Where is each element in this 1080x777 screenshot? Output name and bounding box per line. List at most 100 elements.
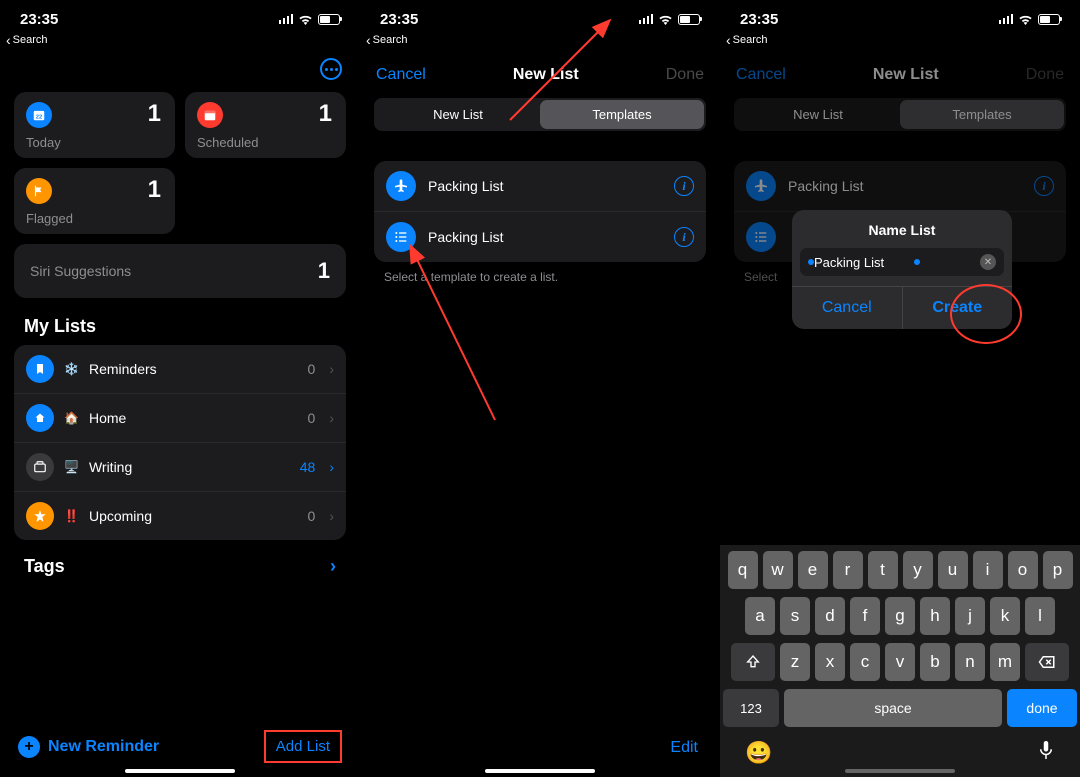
- card-scheduled-label: Scheduled: [197, 135, 258, 150]
- card-today[interactable]: 22 1 Today: [14, 92, 175, 158]
- key-l[interactable]: l: [1025, 597, 1055, 635]
- key-v[interactable]: v: [885, 643, 915, 681]
- key-n[interactable]: n: [955, 643, 985, 681]
- key-c[interactable]: c: [850, 643, 880, 681]
- shift-key[interactable]: [731, 643, 775, 681]
- info-icon[interactable]: i: [674, 227, 694, 247]
- template-row[interactable]: Packing List i: [734, 161, 1066, 212]
- status-bar: 23:35: [0, 0, 360, 30]
- key-d[interactable]: d: [815, 597, 845, 635]
- numbers-key[interactable]: 123: [723, 689, 779, 727]
- key-j[interactable]: j: [955, 597, 985, 635]
- template-label: Packing List: [788, 178, 1022, 194]
- card-scheduled[interactable]: 1 Scheduled: [185, 92, 346, 158]
- dialog-actions: Cancel Create: [792, 286, 1012, 329]
- key-q[interactable]: q: [728, 551, 758, 589]
- key-x[interactable]: x: [815, 643, 845, 681]
- seg-new-list[interactable]: New List: [376, 100, 540, 129]
- space-key[interactable]: space: [784, 689, 1002, 727]
- status-time: 23:35: [20, 11, 58, 28]
- siri-suggestions-row[interactable]: Siri Suggestions 1: [14, 244, 346, 298]
- template-row[interactable]: Packing List i: [374, 212, 706, 262]
- key-t[interactable]: t: [868, 551, 898, 589]
- list-count: 0: [308, 410, 316, 426]
- list-row-home[interactable]: 🏠 Home 0 ›: [14, 394, 346, 443]
- key-z[interactable]: z: [780, 643, 810, 681]
- info-icon[interactable]: i: [674, 176, 694, 196]
- name-list-dialog: Name List ✕ Cancel Create: [792, 210, 1012, 329]
- clear-input-icon[interactable]: ✕: [980, 254, 996, 270]
- mic-key[interactable]: [1037, 739, 1055, 767]
- home-indicator[interactable]: [845, 769, 955, 773]
- key-u[interactable]: u: [938, 551, 968, 589]
- list-row-reminders[interactable]: ❄️ Reminders 0 ›: [14, 345, 346, 394]
- selection-handle-icon[interactable]: [914, 259, 920, 265]
- my-lists-group: ❄️ Reminders 0 › 🏠 Home 0 › 🖥️ Writing 4…: [14, 345, 346, 540]
- flag-icon: [26, 178, 52, 204]
- cellular-icon: [639, 14, 654, 24]
- list-count: 48: [300, 459, 316, 475]
- card-flagged[interactable]: 1 Flagged: [14, 168, 175, 234]
- list-name-input[interactable]: [814, 255, 990, 270]
- home-indicator[interactable]: [485, 769, 595, 773]
- key-w[interactable]: w: [763, 551, 793, 589]
- plus-circle-icon: +: [18, 736, 40, 758]
- screen-name-list-popup: 23:35 Search Cancel New List Done New Li…: [720, 0, 1080, 777]
- dialog-cancel-button[interactable]: Cancel: [792, 287, 902, 329]
- key-m[interactable]: m: [990, 643, 1020, 681]
- tags-row[interactable]: Tags ›: [0, 540, 360, 593]
- key-p[interactable]: p: [1043, 551, 1073, 589]
- new-reminder-button[interactable]: + New Reminder: [18, 736, 159, 758]
- template-hint: Select a template to create a list.: [360, 262, 720, 292]
- back-search-link[interactable]: Search: [720, 30, 1080, 50]
- wifi-icon: [298, 14, 313, 25]
- key-a[interactable]: a: [745, 597, 775, 635]
- key-e[interactable]: e: [798, 551, 828, 589]
- done-key[interactable]: done: [1007, 689, 1077, 727]
- dialog-create-button[interactable]: Create: [902, 287, 1013, 329]
- segmented-control: New List Templates: [374, 98, 706, 131]
- more-button[interactable]: [320, 58, 342, 80]
- seg-new-list[interactable]: New List: [736, 100, 900, 129]
- template-row[interactable]: Packing List i: [374, 161, 706, 212]
- key-f[interactable]: f: [850, 597, 880, 635]
- done-button[interactable]: Done: [666, 66, 704, 84]
- back-search-link[interactable]: Search: [360, 30, 720, 50]
- key-b[interactable]: b: [920, 643, 950, 681]
- key-g[interactable]: g: [885, 597, 915, 635]
- card-flagged-label: Flagged: [26, 211, 73, 226]
- siri-count: 1: [318, 258, 330, 284]
- svg-text:22: 22: [36, 115, 43, 121]
- list-bullet-icon: [386, 222, 416, 252]
- info-icon[interactable]: i: [1034, 176, 1054, 196]
- home-indicator[interactable]: [125, 769, 235, 773]
- back-search-link[interactable]: Search: [0, 30, 360, 50]
- emoji-key[interactable]: 😀: [745, 740, 772, 766]
- chevron-right-icon: ›: [330, 556, 336, 577]
- edit-button[interactable]: Edit: [670, 739, 698, 757]
- seg-templates[interactable]: Templates: [540, 100, 704, 129]
- status-time: 23:35: [740, 11, 778, 28]
- done-button[interactable]: Done: [1026, 66, 1064, 84]
- name-input-wrap: ✕: [800, 248, 1004, 276]
- backspace-key[interactable]: [1025, 643, 1069, 681]
- key-s[interactable]: s: [780, 597, 810, 635]
- list-row-upcoming[interactable]: ‼️ Upcoming 0 ›: [14, 492, 346, 540]
- cellular-icon: [279, 14, 294, 24]
- cancel-button[interactable]: Cancel: [376, 66, 426, 84]
- chevron-right-icon: ›: [329, 410, 334, 426]
- cancel-button[interactable]: Cancel: [736, 66, 786, 84]
- list-row-writing[interactable]: 🖥️ Writing 48 ›: [14, 443, 346, 492]
- key-k[interactable]: k: [990, 597, 1020, 635]
- airplane-icon: [746, 171, 776, 201]
- key-h[interactable]: h: [920, 597, 950, 635]
- seg-templates[interactable]: Templates: [900, 100, 1064, 129]
- key-o[interactable]: o: [1008, 551, 1038, 589]
- key-r[interactable]: r: [833, 551, 863, 589]
- key-i[interactable]: i: [973, 551, 1003, 589]
- key-y[interactable]: y: [903, 551, 933, 589]
- status-time: 23:35: [380, 11, 418, 28]
- add-list-button[interactable]: Add List: [264, 730, 342, 763]
- airplane-icon: [386, 171, 416, 201]
- status-bar: 23:35: [360, 0, 720, 30]
